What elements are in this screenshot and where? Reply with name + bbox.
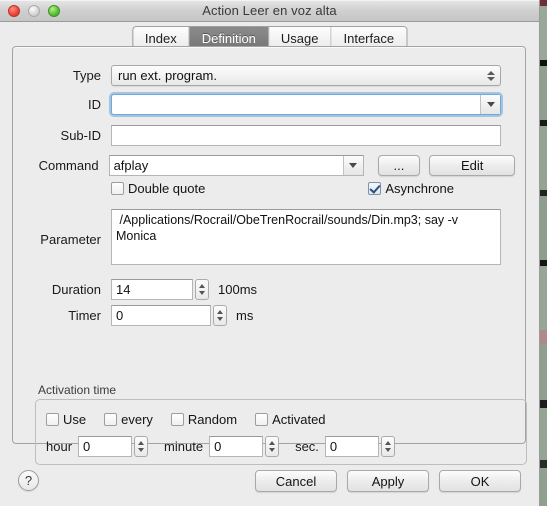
hour-stepper[interactable] [134,436,149,457]
checkbox-checked-icon [368,182,382,195]
browse-button[interactable]: ... [377,155,421,176]
edit-button[interactable]: Edit [429,155,515,176]
activation-use-checkbox[interactable]: Use [46,412,86,427]
stepper-arrows-icon [487,70,495,81]
chevron-down-icon [349,163,358,168]
activation-random-label: Random [187,412,238,427]
id-dropdown-button[interactable] [480,95,500,114]
duration-label: Duration [51,282,101,297]
timer-unit: ms [236,308,254,323]
command-row: Command ... Edit [13,155,515,176]
subid-row: Sub-ID [13,125,513,146]
activation-group-title: Activation time [35,383,120,397]
definition-panel: Type run ext. program. ID Sub-ID Command… [12,46,527,465]
type-row: Type run ext. program. [13,65,513,86]
activation-every-label: every [121,412,153,427]
command-dropdown-button[interactable] [342,156,363,175]
apply-button[interactable]: Apply [347,470,429,492]
timer-input[interactable] [111,305,211,326]
checkbox-icon [170,413,184,426]
duration-row: Duration 100ms [13,279,333,300]
checkbox-icon [104,413,118,426]
checkbox-icon [46,413,59,426]
type-value: run ext. program. [118,68,217,83]
type-label: Type [72,68,101,83]
activation-time-row: hour minute sec. [46,436,516,457]
type-dropdown[interactable]: run ext. program. [111,65,501,86]
duration-stepper[interactable] [195,279,209,300]
timer-label: Timer [68,308,101,323]
command-options-row: Double quote Asynchrone [111,181,511,196]
id-combobox[interactable] [111,94,501,115]
activation-activated-label: Activated [272,412,326,427]
id-label: ID [88,97,101,112]
timer-stepper[interactable] [213,305,227,326]
minute-stepper[interactable] [265,436,280,457]
sec-stepper[interactable] [380,436,395,457]
chevron-down-icon [486,102,495,107]
checkbox-icon [111,182,124,195]
activation-activated-checkbox[interactable]: Activated [255,412,326,427]
parameter-label: Parameter [40,232,101,247]
duration-input[interactable] [111,279,193,300]
title-bar[interactable]: Action Leer en voz alta [0,0,539,22]
parameter-row: Parameter /Applications/Rocrail/ObeTrenR… [13,209,513,265]
hour-input[interactable] [78,436,133,457]
dialog-buttons: Cancel Apply OK [255,470,521,492]
hour-label: hour [46,439,73,454]
activation-use-label: Use [63,412,87,427]
timer-row: Timer ms [13,305,333,326]
sec-label: sec. [295,439,319,454]
asynchrone-checkbox[interactable]: Asynchrone [368,181,454,196]
duration-unit: 100ms [218,282,258,297]
help-button[interactable]: ? [18,470,39,491]
double-quote-checkbox[interactable]: Double quote [111,181,205,196]
command-combobox[interactable] [108,155,364,176]
asynchrone-label: Asynchrone [385,181,454,196]
command-label: Command [38,158,99,173]
id-input[interactable] [111,94,501,115]
subid-input[interactable] [111,125,501,146]
window-title: Action Leer en voz alta [202,3,337,18]
checkbox-icon [255,413,269,426]
subid-label: Sub-ID [60,128,101,143]
parameter-textarea[interactable]: /Applications/Rocrail/ObeTrenRocrail/sou… [111,209,501,265]
minute-label: minute [164,439,204,454]
dialog-window: Action Leer en voz alta Index Definition… [0,0,540,506]
activation-group: Use every Random Activated hour 0 minute… [35,399,527,465]
activation-every-checkbox[interactable]: every [104,412,153,427]
cancel-button[interactable]: Cancel [255,470,337,492]
sec-input[interactable] [324,436,379,457]
minute-input[interactable] [209,436,264,457]
activation-random-checkbox[interactable]: Random [170,412,238,427]
ok-button[interactable]: OK [439,470,521,492]
activation-checkbox-row: Use every Random Activated [46,412,516,427]
command-input[interactable] [108,155,364,176]
id-row: ID [13,94,513,115]
double-quote-label: Double quote [128,181,206,196]
